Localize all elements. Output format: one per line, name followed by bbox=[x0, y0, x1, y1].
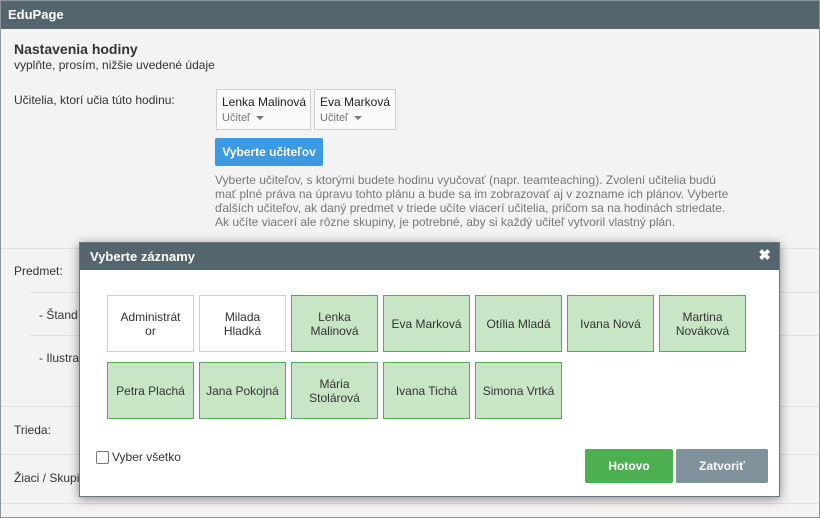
record-tile[interactable]: Eva Marková bbox=[383, 295, 470, 352]
select-all-checkbox[interactable]: Vyber všetko bbox=[96, 450, 181, 464]
app-title: EduPage bbox=[8, 7, 64, 22]
subject-label: Predmet: bbox=[14, 264, 63, 278]
form-title: Nastavenia hodiny bbox=[14, 41, 138, 57]
close-button[interactable]: Zatvoriť bbox=[676, 449, 768, 483]
help-text: Vyberte učiteľov, s ktorými budete hodin… bbox=[215, 173, 729, 229]
record-tile[interactable]: Martina Nováková bbox=[659, 295, 746, 352]
record-tile[interactable]: Ivana Tichá bbox=[383, 362, 470, 419]
teacher-role: Učiteľ bbox=[222, 112, 251, 124]
standard-label: - Štand bbox=[39, 308, 78, 322]
record-tile[interactable]: Mária Stolárová bbox=[291, 362, 378, 419]
teachers-label: Učitelia, ktorí učia túto hodinu: bbox=[14, 93, 175, 107]
form-subtitle: vyplňte, prosím, nižšie uvedené údaje bbox=[14, 58, 215, 72]
select-teachers-button[interactable]: Vyberte učiteľov bbox=[215, 138, 323, 166]
modal-title: Vyberte záznamy bbox=[90, 249, 196, 264]
students-label: Žiaci / Skupi bbox=[14, 471, 80, 485]
teacher-role-dropdown[interactable]: Učiteľ bbox=[320, 112, 390, 124]
record-tile[interactable]: Jana Pokojná bbox=[199, 362, 286, 419]
caret-down-icon bbox=[256, 116, 265, 121]
record-tile[interactable]: Lenka Malinová bbox=[291, 295, 378, 352]
class-label: Trieda: bbox=[14, 423, 51, 437]
record-tile[interactable]: Petra Plachá bbox=[107, 362, 194, 419]
record-tile[interactable]: Simona Vrtká bbox=[475, 362, 562, 419]
record-tile[interactable]: Otília Mladá bbox=[475, 295, 562, 352]
teacher-name: Eva Marková bbox=[320, 95, 391, 109]
record-tile[interactable]: Ivana Nová bbox=[567, 295, 654, 352]
record-tile[interactable]: Milada Hladká bbox=[199, 295, 286, 352]
caret-down-icon bbox=[354, 116, 363, 121]
modal-header: Vyberte záznamy ✖ bbox=[80, 243, 779, 270]
teacher-card[interactable]: Lenka Malinová Učiteľ bbox=[216, 89, 311, 130]
teacher-name: Lenka Malinová bbox=[222, 95, 307, 109]
select-all-label: Vyber všetko bbox=[112, 450, 181, 464]
teacher-role: Učiteľ bbox=[320, 112, 349, 124]
divider bbox=[1, 503, 819, 504]
done-button[interactable]: Hotovo bbox=[585, 449, 673, 483]
checkbox-icon[interactable] bbox=[96, 450, 109, 464]
close-icon[interactable]: ✖ bbox=[758, 247, 771, 265]
select-records-modal: Vyberte záznamy ✖ Administrát or Milada H… bbox=[79, 242, 780, 497]
record-tile[interactable]: Administrát or bbox=[107, 295, 194, 352]
app-title-bar: EduPage bbox=[1, 1, 819, 29]
teacher-card[interactable]: Eva Marková Učiteľ bbox=[314, 89, 396, 130]
teacher-role-dropdown[interactable]: Učiteľ bbox=[222, 112, 305, 124]
illustration-label: - Ilustra bbox=[39, 351, 80, 365]
